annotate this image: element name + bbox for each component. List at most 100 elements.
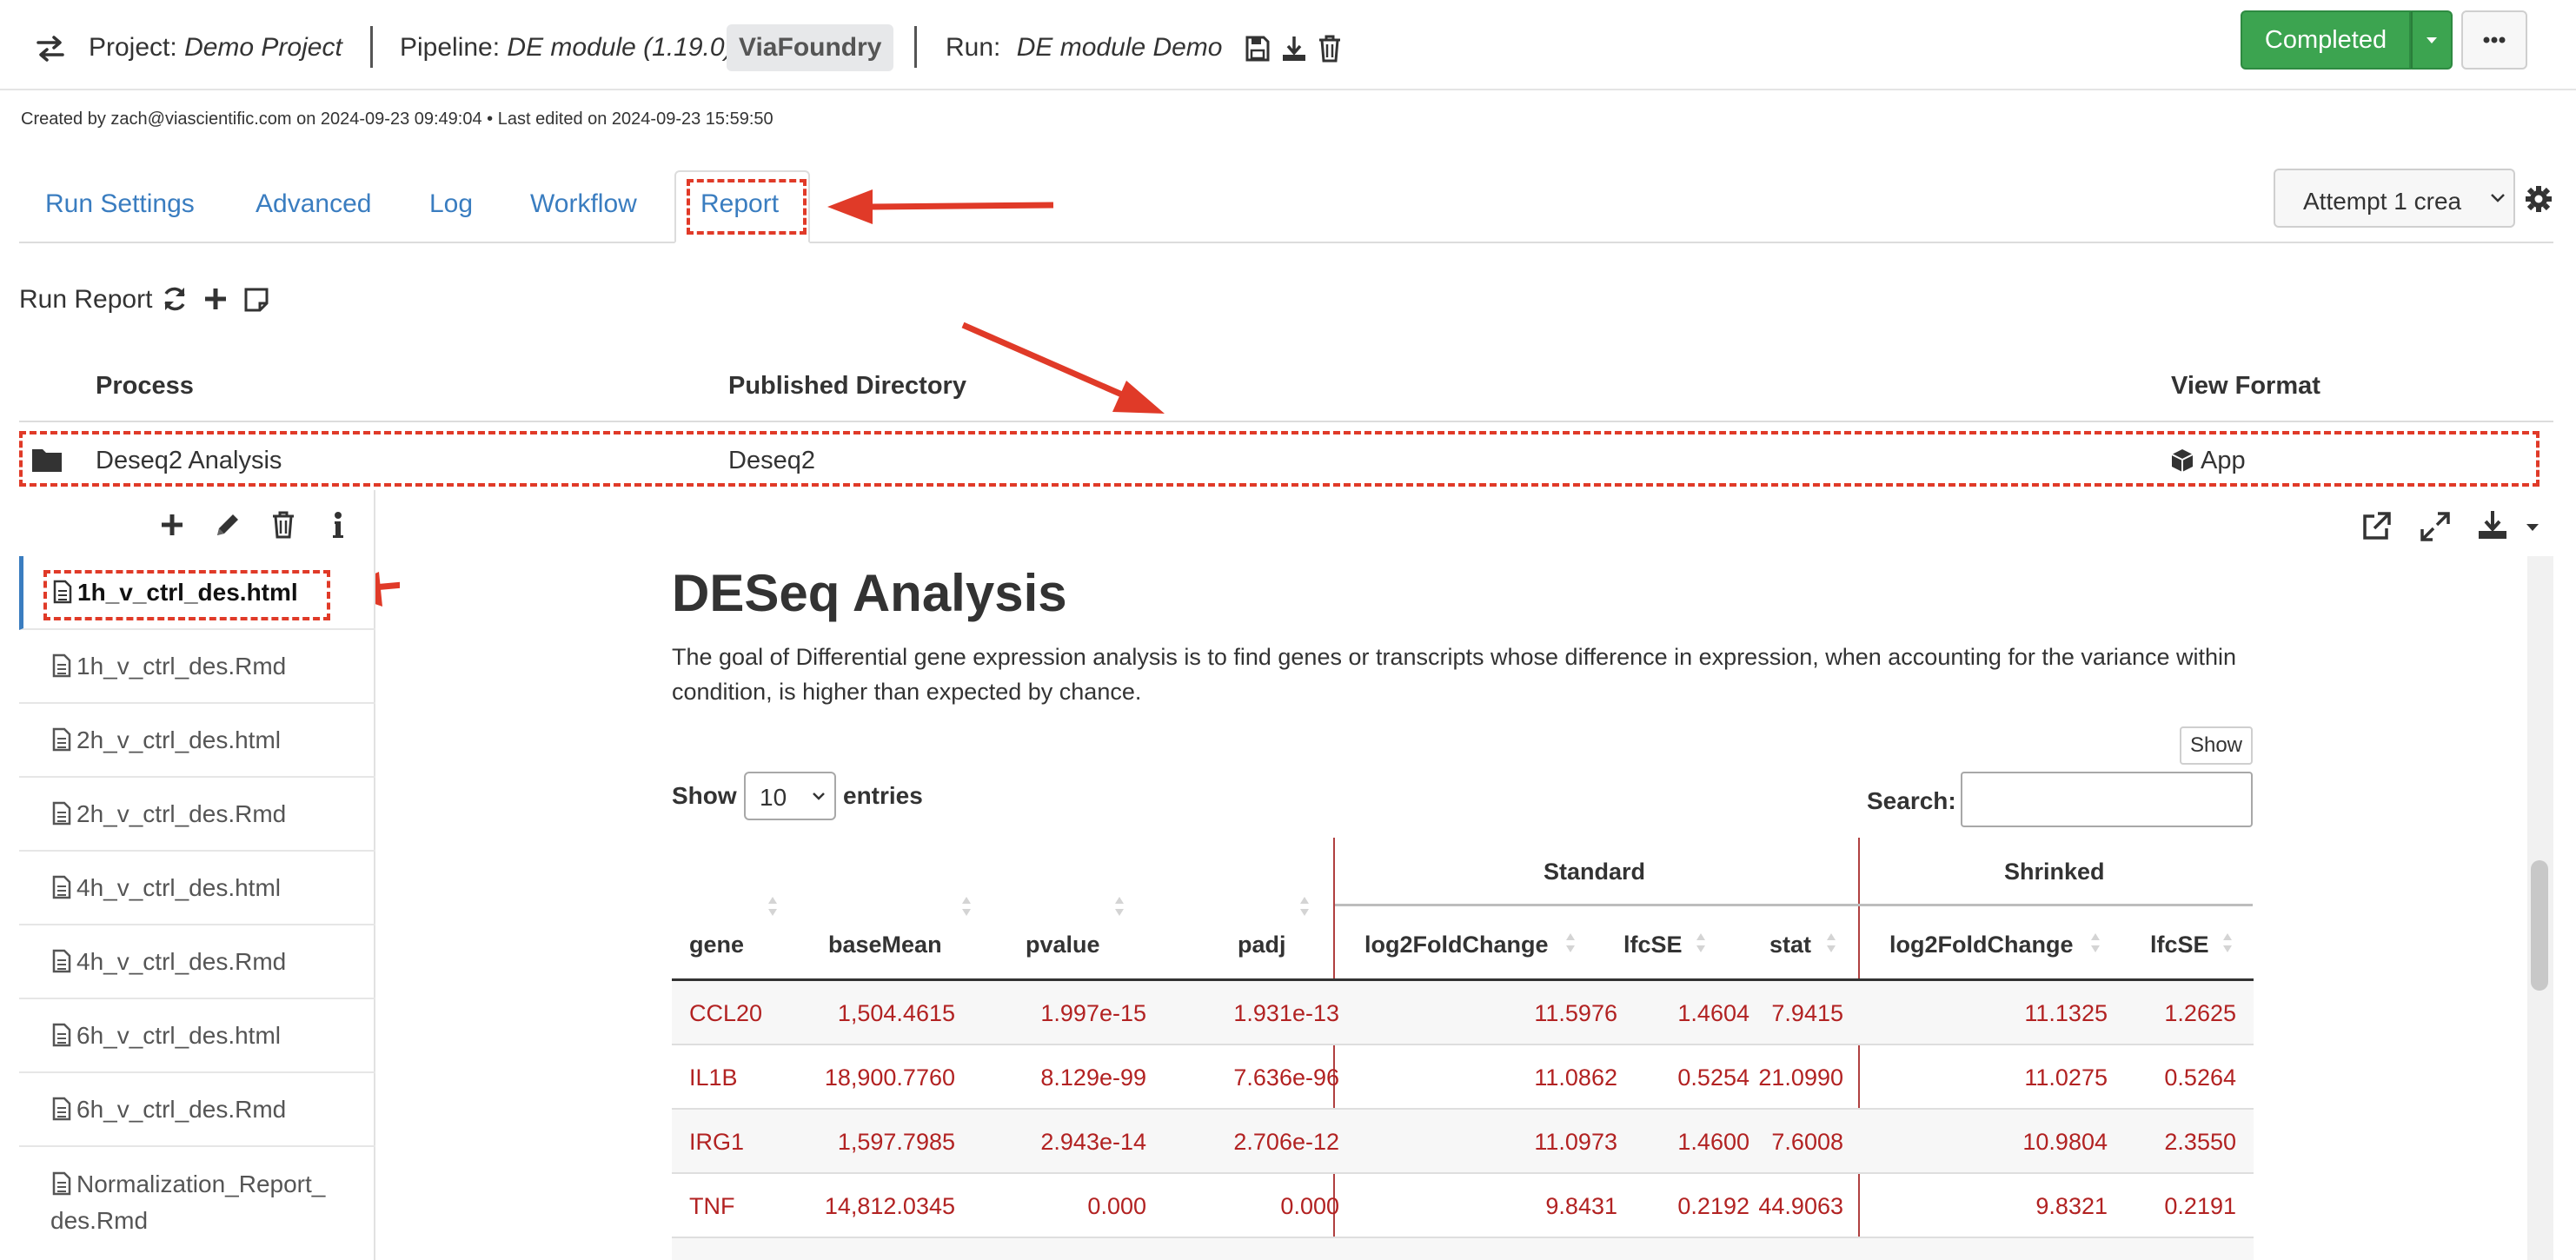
col-padj[interactable]: padj xyxy=(1238,932,1286,958)
file-item[interactable]: 2h_v_ctrl_des.Rmd xyxy=(19,778,375,852)
file-name-line1: Normalization_Report_ xyxy=(76,1170,326,1197)
sort-icon[interactable] xyxy=(960,893,973,919)
cell-lfcse-shrinked: 1.2625 xyxy=(2164,1000,2236,1026)
table-row[interactable]: TNF 14,812.0345 0.000 0.000 9.8431 0.219… xyxy=(672,1174,2254,1238)
cell-lfcse: 1.4604 xyxy=(1677,1000,1749,1026)
file-item[interactable]: 4h_v_ctrl_des.Rmd xyxy=(19,925,375,999)
file-icon xyxy=(52,801,71,826)
sort-icon[interactable] xyxy=(1825,930,1837,956)
cell-stat: 7.6008 xyxy=(1771,1129,1843,1155)
cell-basemean: 1,504.4615 xyxy=(837,1000,955,1026)
sort-icon[interactable] xyxy=(1298,893,1311,919)
file-name: 2h_v_ctrl_des.html xyxy=(76,726,282,753)
col-log2foldchange-shrinked[interactable]: log2FoldChange xyxy=(1889,932,2074,958)
table-row[interactable]: IL1B 18,900.7760 8.129e-99 7.636e-96 11.… xyxy=(672,1045,2254,1110)
cell-gene: IRG1 xyxy=(689,1129,745,1155)
file-name: 6h_v_ctrl_des.Rmd xyxy=(76,1096,287,1123)
file-item[interactable]: 4h_v_ctrl_des.html xyxy=(19,852,375,925)
file-icon xyxy=(52,1097,71,1121)
file-name: 4h_v_ctrl_des.Rmd xyxy=(76,948,287,975)
cell-log2foldchange-shrinked: 9.8321 xyxy=(2035,1193,2108,1219)
file-item[interactable]: 1h_v_ctrl_des.Rmd xyxy=(19,630,375,704)
col-lfcse-shrinked[interactable]: lfcSE xyxy=(2150,932,2209,958)
file-name: 1h_v_ctrl_des.Rmd xyxy=(76,653,287,680)
sort-icon[interactable] xyxy=(1113,893,1125,919)
col-published-directory: Published Directory xyxy=(728,372,966,400)
file-name: 2h_v_ctrl_des.Rmd xyxy=(76,800,287,827)
info-icon[interactable] xyxy=(332,511,344,539)
cell-padj: 0.000 xyxy=(1280,1193,1339,1219)
search-label: Search: xyxy=(1867,787,1956,814)
download-icon[interactable] xyxy=(2477,509,2508,540)
entries-select[interactable]: 10 xyxy=(744,772,836,820)
file-name: 6h_v_ctrl_des.html xyxy=(76,1022,282,1049)
file-name: 4h_v_ctrl_des.html xyxy=(76,874,282,901)
cell-log2foldchange-shrinked: 10.9804 xyxy=(2022,1129,2108,1155)
expand-icon[interactable] xyxy=(2420,511,2451,542)
col-pvalue[interactable]: pvalue xyxy=(1026,932,1100,958)
search-input[interactable] xyxy=(1961,772,2253,827)
cell-gene: TNF xyxy=(689,1193,735,1219)
group-header-shrinked: Shrinked xyxy=(2004,859,2105,885)
cell-lfcse-shrinked: 0.2191 xyxy=(2164,1193,2236,1219)
file-item[interactable]: 6h_v_ctrl_des.html xyxy=(19,999,375,1073)
chevron-down-icon xyxy=(813,792,825,800)
col-lfcse-standard[interactable]: lfcSE xyxy=(1623,932,1683,958)
cell-log2foldchange-shrinked: 11.0275 xyxy=(2024,1064,2108,1091)
col-stat[interactable]: stat xyxy=(1769,932,1811,958)
col-process: Process xyxy=(96,372,194,400)
table-row[interactable]: CCL20 1,504.4615 1.997e-15 1.931e-13 11.… xyxy=(672,981,2254,1045)
cell-lfcse: 0.2192 xyxy=(1677,1193,1749,1219)
external-link-icon[interactable] xyxy=(2360,511,2392,542)
file-icon xyxy=(52,875,71,899)
file-icon xyxy=(52,727,71,752)
caret-down-icon[interactable] xyxy=(2524,521,2541,534)
cell-pvalue: 0.000 xyxy=(1087,1193,1146,1219)
cell-log2foldchange: 9.8431 xyxy=(1545,1193,1617,1219)
table-row[interactable]: IRG1 1,597.7985 2.943e-14 2.706e-12 11.0… xyxy=(672,1110,2254,1174)
col-gene[interactable]: gene xyxy=(689,932,744,958)
file-icon xyxy=(52,1171,71,1196)
annotation-box xyxy=(19,431,2539,487)
cell-lfcse: 1.4600 xyxy=(1677,1129,1749,1155)
cell-lfcse-shrinked: 0.5264 xyxy=(2164,1064,2236,1091)
cell-stat: 7.9415 xyxy=(1771,1000,1843,1026)
sort-icon[interactable] xyxy=(2221,930,2234,956)
cell-gene: CCL20 xyxy=(689,1000,763,1026)
cell-basemean: 14,812.0345 xyxy=(824,1193,955,1219)
table-row-partial xyxy=(672,1238,2254,1260)
pencil-icon[interactable] xyxy=(214,511,242,539)
col-view-format: View Format xyxy=(2171,372,2320,400)
cell-pvalue: 2.943e-14 xyxy=(1040,1129,1146,1155)
cell-log2foldchange-shrinked: 11.1325 xyxy=(2024,1000,2108,1026)
show-button[interactable]: Show xyxy=(2180,726,2253,765)
sort-icon[interactable] xyxy=(2089,930,2101,956)
file-name-line2: des.Rmd xyxy=(50,1207,149,1234)
sort-icon[interactable] xyxy=(767,893,779,919)
file-item[interactable]: 6h_v_ctrl_des.Rmd xyxy=(19,1073,375,1147)
report-title: DESeq Analysis xyxy=(672,564,1067,622)
show-label: Show xyxy=(672,782,737,809)
file-icon xyxy=(52,949,71,973)
entries-label: entries xyxy=(843,782,923,809)
sort-icon[interactable] xyxy=(1695,930,1707,956)
cell-log2foldchange: 11.5976 xyxy=(1534,1000,1617,1026)
cell-log2foldchange: 11.0862 xyxy=(1534,1064,1617,1091)
cell-lfcse-shrinked: 2.3550 xyxy=(2164,1129,2236,1155)
cell-basemean: 18,900.7760 xyxy=(824,1064,955,1091)
file-item[interactable]: 2h_v_ctrl_des.html xyxy=(19,704,375,778)
cell-pvalue: 1.997e-15 xyxy=(1040,1000,1146,1026)
cell-log2foldchange: 11.0973 xyxy=(1534,1129,1617,1155)
col-basemean[interactable]: baseMean xyxy=(828,932,942,958)
file-icon xyxy=(52,653,71,678)
file-item[interactable]: Normalization_Report_ des.Rmd xyxy=(19,1147,375,1260)
sort-icon[interactable] xyxy=(1564,930,1577,956)
group-header-standard: Standard xyxy=(1544,859,1646,885)
trash-icon[interactable] xyxy=(271,511,295,539)
cell-padj: 7.636e-96 xyxy=(1233,1064,1339,1091)
add-file-icon[interactable] xyxy=(160,513,184,537)
scrollbar-thumb[interactable] xyxy=(2531,860,2548,991)
col-log2foldchange-standard[interactable]: log2FoldChange xyxy=(1364,932,1549,958)
table-divider xyxy=(19,421,2553,422)
cell-padj: 1.931e-13 xyxy=(1233,1000,1339,1026)
